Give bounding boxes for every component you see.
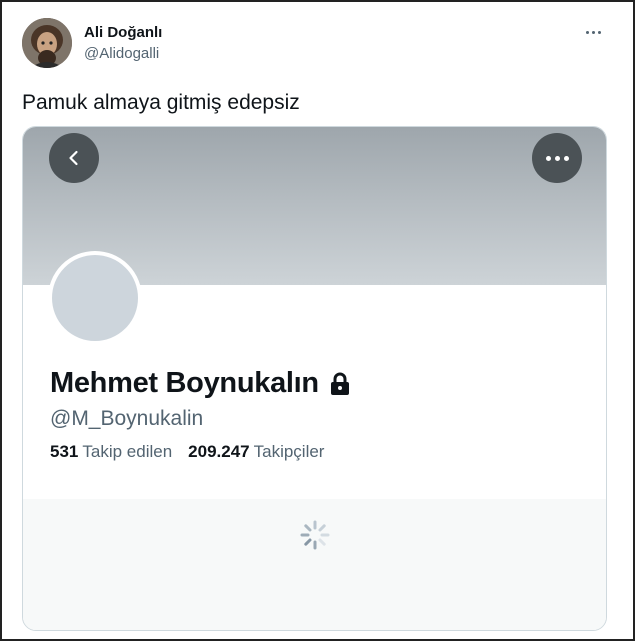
author-handle[interactable]: @Alidogalli [84, 45, 159, 62]
followers-label: Takipçiler [253, 442, 325, 461]
loading-area [23, 499, 606, 630]
tweet-text: Pamuk almaya gitmiş edepsiz [22, 91, 300, 114]
profile-menu-button[interactable] [532, 133, 582, 183]
followers-stat[interactable]: 209.247 Takipçiler [188, 442, 324, 462]
author-avatar[interactable] [22, 18, 72, 68]
more-horizontal-icon [545, 155, 551, 161]
author-name[interactable]: Ali Doğanlı [84, 24, 162, 41]
more-horizontal-icon[interactable] [581, 22, 605, 42]
profile-avatar[interactable] [48, 251, 142, 345]
profile-handle: @M_Boynukalin [50, 407, 204, 430]
profile-stats: 531 Takip edilen 209.247 Takipçiler [50, 442, 324, 462]
lock-icon [330, 372, 349, 395]
profile-name: Mehmet Boynukalın [50, 367, 351, 400]
spinner-icon [300, 520, 330, 550]
following-label: Takip edilen [82, 442, 173, 461]
profile-screenshot-card[interactable]: Mehmet Boynukalın @M_Boynukalin 531 Takip… [22, 126, 607, 631]
profile-name-text: Mehmet Boynukalın [50, 367, 319, 399]
followers-count: 209.247 [188, 442, 250, 461]
tweet-frame: Ali Doğanlı @Alidogalli Pamuk almaya git… [0, 0, 635, 641]
following-count: 531 [50, 442, 79, 461]
chevron-left-icon [69, 150, 78, 166]
back-button[interactable] [49, 133, 99, 183]
following-stat[interactable]: 531 Takip edilen [50, 442, 172, 462]
